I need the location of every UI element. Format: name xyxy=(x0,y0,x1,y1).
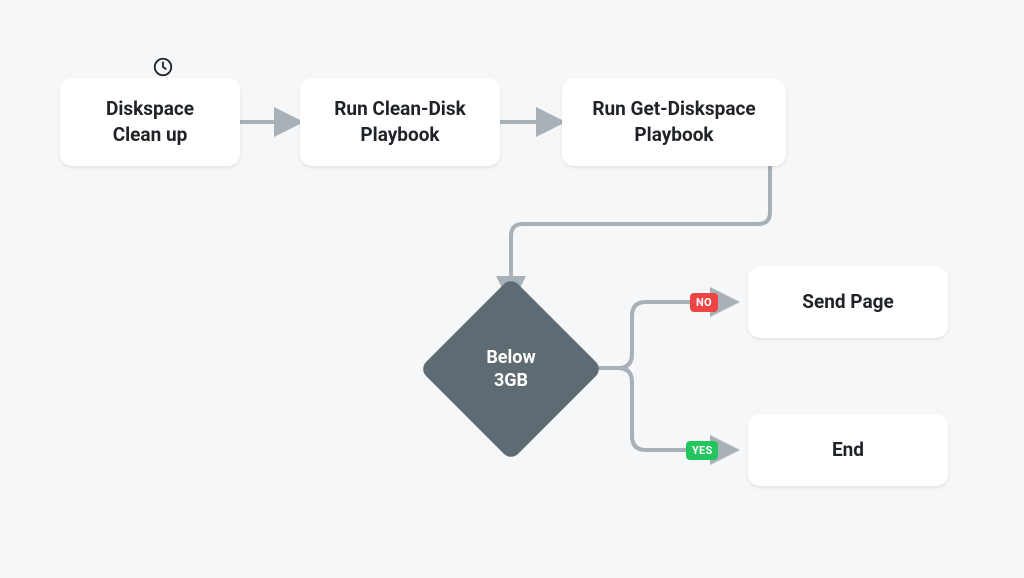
flow-canvas: Diskspace Clean up Run Clean-Disk Playbo… xyxy=(0,0,1024,578)
node-text: Playbook xyxy=(634,123,713,146)
node-run-get-diskspace: Run Get-Diskspace Playbook xyxy=(562,78,786,166)
decision-text: Below xyxy=(486,347,535,368)
node-text: End xyxy=(832,437,864,463)
node-end: End xyxy=(748,414,948,486)
node-text: Diskspace xyxy=(106,97,194,120)
decision-below-3gb: Below 3GB xyxy=(446,304,576,434)
branch-label-no: NO xyxy=(690,293,718,312)
node-text: Run Clean-Disk xyxy=(334,97,466,120)
node-send-page: Send Page xyxy=(748,266,948,338)
node-text: Run Get-Diskspace xyxy=(592,97,755,120)
decision-text: 3GB xyxy=(494,370,528,391)
branch-label-yes: YES xyxy=(686,441,718,460)
node-run-clean-disk: Run Clean-Disk Playbook xyxy=(300,78,500,166)
node-text: Playbook xyxy=(360,123,439,146)
node-text: Send Page xyxy=(802,289,893,315)
node-text: Clean up xyxy=(113,123,188,146)
node-diskspace-cleanup: Diskspace Clean up xyxy=(60,78,240,166)
clock-icon xyxy=(152,56,174,78)
